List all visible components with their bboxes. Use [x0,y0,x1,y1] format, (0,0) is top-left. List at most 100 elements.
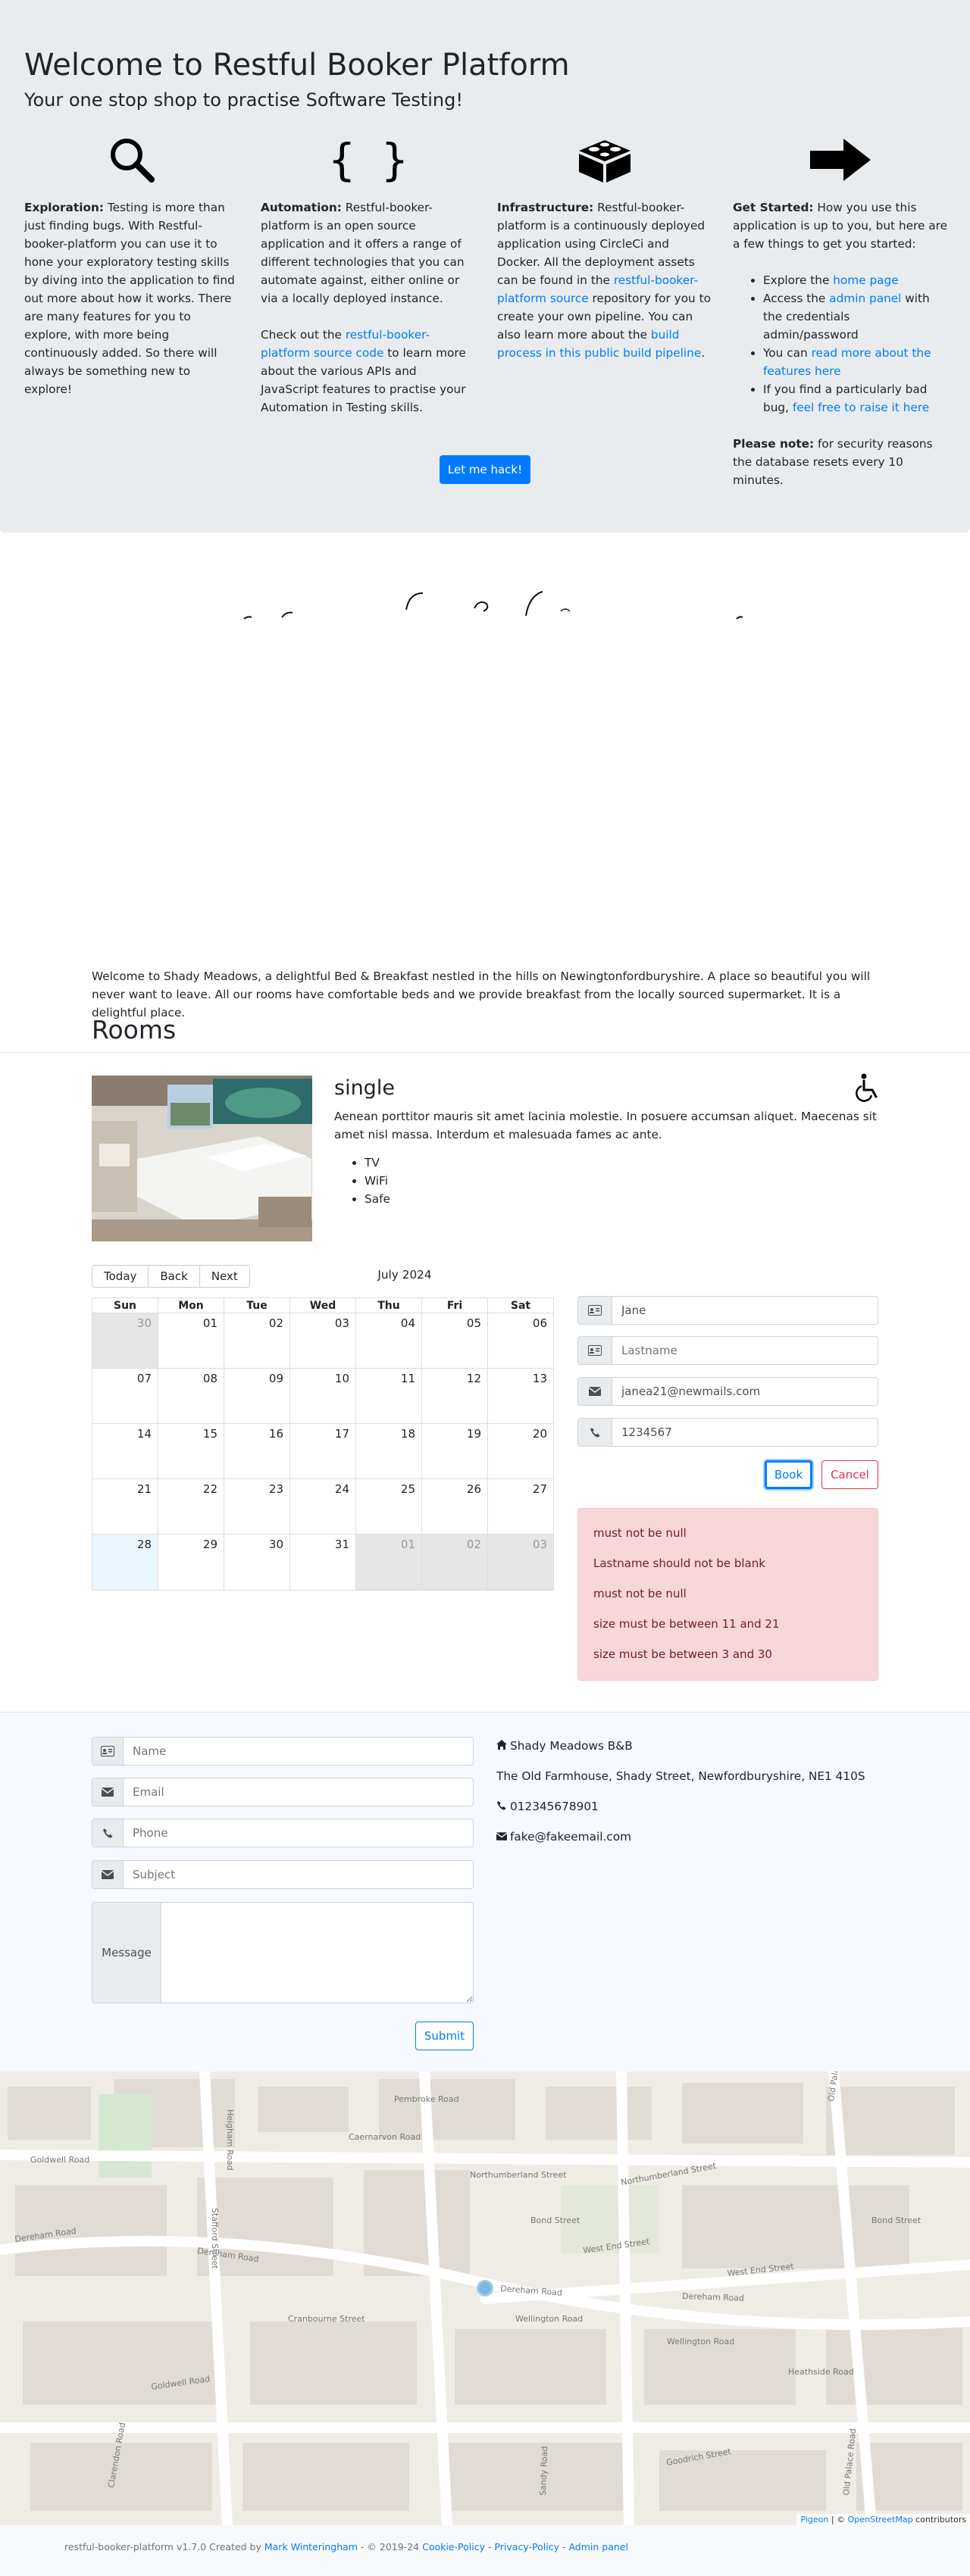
cancel-button[interactable]: Cancel [821,1460,878,1489]
calendar-day[interactable]: 23 [224,1479,289,1534]
calendar-day[interactable]: 10 [289,1369,355,1423]
calendar-day[interactable]: 03 [289,1313,355,1368]
submit-button[interactable]: Submit [415,2022,474,2050]
calendar-day[interactable]: 02 [224,1313,289,1368]
booking-calendar: Sun Mon Tue Wed Thu Fri Sat 30 01 02 03 … [92,1297,554,1591]
calendar-day[interactable]: 01 [158,1313,224,1368]
calendar-day[interactable]: 22 [158,1479,224,1534]
calendar-day[interactable]: 13 [487,1369,553,1423]
calendar-day[interactable]: 01 [355,1535,421,1590]
calendar-day[interactable]: 15 [158,1424,224,1478]
lastname-input[interactable] [612,1336,878,1365]
envelope-icon [92,1860,124,1889]
contact-name-input[interactable] [124,1737,474,1766]
calendar-day[interactable]: 16 [224,1424,289,1478]
firstname-group [577,1296,878,1325]
contact-name-group [92,1737,474,1766]
contact-message-group: Message [92,1902,474,2003]
calendar-day[interactable]: 26 [421,1479,487,1534]
weekday-label: Thu [355,1298,421,1313]
email-input[interactable] [612,1377,878,1406]
feature-item: TV [365,1154,390,1172]
raise-bug-link[interactable]: feel free to raise it here [793,401,929,414]
author-link[interactable]: Mark Winteringham [264,2541,358,2553]
weekday-label: Fri [421,1298,487,1313]
calendar-day[interactable]: 29 [158,1535,224,1590]
calendar-day[interactable]: 25 [355,1479,421,1534]
calendar-week: 21 22 23 24 25 26 27 [92,1479,553,1535]
map-street-label: Heathside Road [788,2367,854,2377]
map-street-label: Caernarvon Road [349,2132,421,2142]
id-card-icon [577,1336,612,1365]
phone-input[interactable] [612,1418,878,1447]
calendar-day[interactable]: 14 [92,1424,158,1478]
list-item: You can read more about the features her… [763,344,947,380]
admin-panel-link[interactable]: admin panel [829,292,901,305]
contact-email-input[interactable] [124,1778,474,1806]
feature-item: WiFi [365,1172,390,1190]
calendar-day[interactable]: 28 [92,1535,158,1590]
contact-message-textarea[interactable] [161,1902,474,2003]
calendar-day[interactable]: 04 [355,1313,421,1368]
calendar-day[interactable]: 18 [355,1424,421,1478]
envelope-icon [577,1377,612,1406]
calendar-day[interactable]: 11 [355,1369,421,1423]
hero-subtitle: Your one stop shop to practise Software … [24,89,463,111]
next-button[interactable]: Next [199,1265,250,1288]
firstname-input[interactable] [612,1296,878,1325]
let-me-hack-button[interactable]: Let me hack! [440,455,530,484]
calendar-day[interactable]: 31 [289,1535,355,1590]
phone-icon [577,1418,612,1447]
booking-error-alert: must not be null Lastname should not be … [577,1508,878,1681]
weekday-label: Mon [158,1298,224,1313]
calendar-day[interactable]: 09 [224,1369,289,1423]
calendar-day[interactable]: 30 [92,1313,158,1368]
back-button[interactable]: Back [148,1265,200,1288]
calendar-day[interactable]: 03 [487,1535,553,1590]
room-image [92,1076,312,1241]
calendar-day[interactable]: 30 [224,1535,289,1590]
calendar-day[interactable]: 27 [487,1479,553,1534]
calendar-day[interactable]: 24 [289,1479,355,1534]
security-note: Please note: for security reasons the da… [733,437,933,487]
infrastructure-column: Infrastructure: Restful-booker-platform … [497,129,712,380]
calendar-day[interactable]: 12 [421,1369,487,1423]
location-map[interactable]: Dereham Road Dereham Road Dereham Road Dere… [0,2072,970,2525]
calendar-day[interactable]: 02 [421,1535,487,1590]
contact-subject-input[interactable] [124,1860,474,1889]
location-pin-icon[interactable] [477,2280,493,2297]
contact-phone-input[interactable] [124,1819,474,1847]
exploration-column: Exploration: Testing is more than just f… [24,129,239,417]
calendar-day[interactable]: 19 [421,1424,487,1478]
map-street-label: Bond Street [871,2215,922,2225]
cookie-policy-link[interactable]: Cookie-Policy [422,2541,485,2553]
map-street-label: Wellington Road [515,2314,583,2324]
privacy-policy-link[interactable]: Privacy-Policy [494,2541,559,2553]
room-description: Aenean porttitor mauris sit amet lacinia… [334,1110,877,1141]
room-type: single [334,1076,395,1100]
calendar-day[interactable]: 21 [92,1479,158,1534]
calendar-week: 30 01 02 03 04 05 06 [92,1313,553,1369]
home-page-link[interactable]: home page [833,273,898,287]
error-message: size must be between 11 and 21 [593,1617,780,1631]
calendar-day[interactable]: 20 [487,1424,553,1478]
calendar-day[interactable]: 06 [487,1313,553,1368]
calendar-day[interactable]: 05 [421,1313,487,1368]
footer: restful-booker-platform v1.7.0 Created b… [0,2525,970,2576]
calendar-day[interactable]: 08 [158,1369,224,1423]
error-message: size must be between 3 and 30 [593,1647,772,1661]
today-button[interactable]: Today [92,1265,149,1288]
openstreetmap-link[interactable]: OpenStreetMap [848,2515,913,2524]
calendar-day[interactable]: 07 [92,1369,158,1423]
get-started-text: Get Started: How you use this applicatio… [733,201,947,251]
envelope-icon [92,1778,124,1806]
contact-address: The Old Farmhouse, Shady Street, Newford… [496,1769,865,1783]
book-button[interactable]: Book [765,1460,812,1489]
automation-column: {{ }} Automation: Restful-booker-platfor… [261,129,475,435]
calendar-week: 14 15 16 17 18 19 20 [92,1424,553,1479]
calendar-day[interactable]: 17 [289,1424,355,1478]
map-street-label: Heigham Road [225,2109,235,2171]
pigeon-link[interactable]: Pigeon [800,2515,828,2524]
home-icon [496,1737,510,1755]
admin-panel-footer-link[interactable]: Admin panel [568,2541,628,2553]
